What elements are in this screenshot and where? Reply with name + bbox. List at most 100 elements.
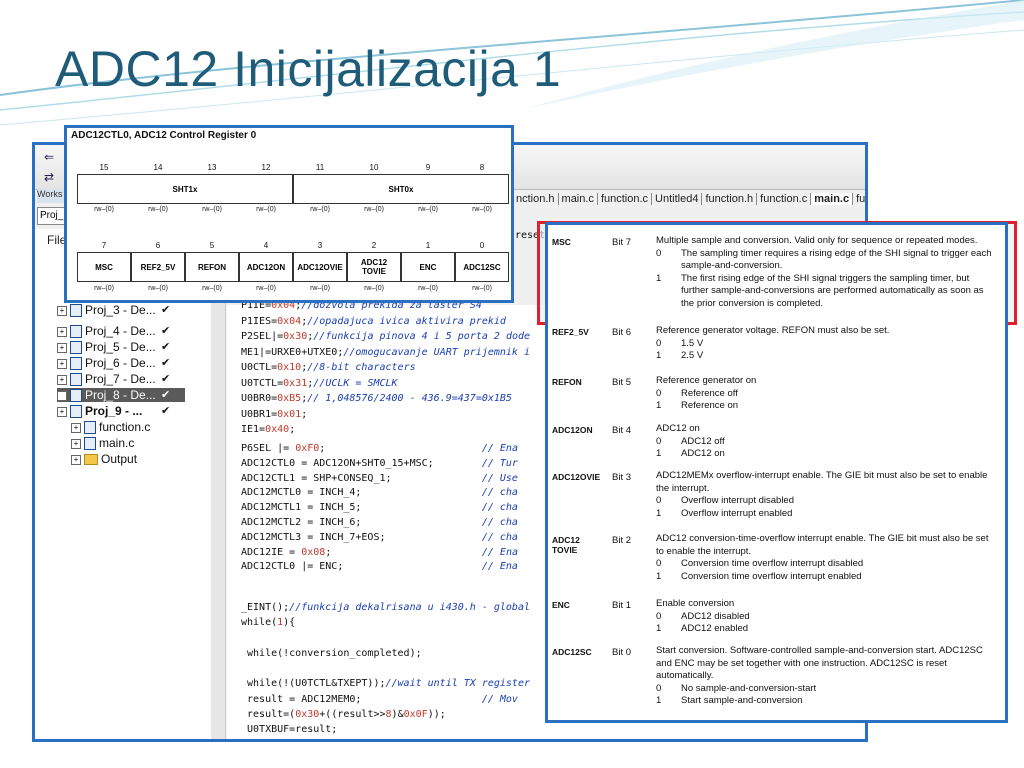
field-cell: ENC xyxy=(401,252,455,282)
rw-label: rw–(0) xyxy=(256,206,276,213)
option-value: 1 xyxy=(656,570,662,582)
undo-icon[interactable]: ⇐ xyxy=(39,149,59,165)
field-cell: ADC12OVIE xyxy=(293,252,347,282)
tree-item[interactable]: + main.c xyxy=(71,436,185,451)
bit-field-name: ADC12ON xyxy=(552,425,593,435)
editor-tab[interactable]: main.c xyxy=(811,193,854,205)
option-value: 0 xyxy=(656,387,662,399)
bit-position: Bit 1 xyxy=(612,600,632,611)
editor-tab[interactable]: functi xyxy=(853,193,865,205)
rw-label: rw–(0) xyxy=(202,206,222,213)
bit-number: 11 xyxy=(315,163,325,172)
rw-label: rw–(0) xyxy=(310,285,330,292)
bit-option: 0 ADC12 off xyxy=(656,436,998,449)
register-diagram: ADC12CTL0, ADC12 Control Register 0 15 14… xyxy=(64,125,514,303)
bit-option: 0 No sample-and-conversion-start xyxy=(656,683,998,696)
check-icon: ✔ xyxy=(161,357,171,369)
tree-item[interactable]: + function.c xyxy=(71,420,185,435)
slide-title: ADC12 Inicijalizacija 1 xyxy=(55,41,562,97)
rw-label: rw–(0) xyxy=(94,206,114,213)
tree-item[interactable]: + Proj_9 - ... ✔ xyxy=(57,404,185,419)
expand-icon[interactable]: + xyxy=(71,422,81,433)
bit-option: 1 ADC12 enabled xyxy=(656,623,998,636)
expand-icon[interactable]: + xyxy=(57,374,67,385)
option-text: Start sample-and-conversion xyxy=(681,695,803,706)
bit-number: 0 xyxy=(479,241,485,250)
rw-label: rw–(0) xyxy=(148,285,168,292)
bit-field-name: MSC xyxy=(552,237,571,247)
expand-icon[interactable]: + xyxy=(57,390,67,401)
expand-icon[interactable]: + xyxy=(71,454,81,465)
project-icon xyxy=(70,325,82,339)
register-title: ADC12CTL0, ADC12 Control Register 0 xyxy=(71,130,257,141)
rw-label: rw–(0) xyxy=(472,206,492,213)
tree-item[interactable]: + Proj_3 - De... ✔ xyxy=(57,303,185,318)
editor-tab[interactable]: main.c xyxy=(558,193,598,205)
tree-item[interactable]: + Proj_4 - De... ✔ xyxy=(57,324,185,339)
tree-item-label: function.c xyxy=(99,420,151,434)
editor-tab[interactable]: function.h xyxy=(702,193,758,205)
editor-gutter xyxy=(211,229,226,739)
project-icon xyxy=(70,405,82,419)
bit-number: 13 xyxy=(207,163,217,172)
rw-label: rw–(0) xyxy=(364,206,384,213)
code-block-loop: _EINT();//funkcija dekalrisana u i430.h … xyxy=(241,602,530,736)
tree-item-label: Proj_3 - De... xyxy=(85,303,156,317)
editor-tab[interactable]: Untitled4 xyxy=(652,193,703,205)
bit-number: 8 xyxy=(479,163,485,172)
expand-icon[interactable]: + xyxy=(57,342,67,353)
bit-option: 1 ADC12 on xyxy=(656,448,998,461)
option-text: Reference on xyxy=(681,400,739,411)
bit-description-text: ADC12MEMx overflow-interrupt enable. The… xyxy=(656,470,988,494)
tree-item[interactable]: + Proj_6 - De... ✔ xyxy=(57,356,185,371)
bit-description-text: Multiple sample and conversion. Valid on… xyxy=(656,235,978,246)
field-cell: ADC12ON xyxy=(239,252,293,282)
editor-tab[interactable]: function.c xyxy=(597,193,653,205)
bit-number: 9 xyxy=(425,163,431,172)
expand-icon[interactable]: + xyxy=(57,326,67,337)
project-icon xyxy=(70,357,82,371)
tree-item-label: Proj_4 - De... xyxy=(85,324,156,338)
build-icon[interactable]: ⇄ xyxy=(39,169,59,185)
bit-number: 10 xyxy=(369,163,379,172)
project-icon xyxy=(70,304,82,318)
tree-item[interactable]: + Proj_8 - De... ✔ xyxy=(57,388,185,403)
bit-description-text: ADC12 conversion-time-overflow interrupt… xyxy=(656,533,989,557)
bit-option: 0 Overflow interrupt disabled xyxy=(656,495,998,508)
check-icon: ✔ xyxy=(161,373,171,385)
bit-field-name: ADC12SC xyxy=(552,647,592,657)
tree-item-label: Output xyxy=(101,452,138,466)
field-sht1x: SHT1x xyxy=(77,174,293,204)
option-text: Overflow interrupt disabled xyxy=(681,495,794,506)
tree-item[interactable]: + Output xyxy=(71,452,185,466)
bit-option: 1 Conversion time overflow interrupt enab… xyxy=(656,571,998,584)
check-icon: ✔ xyxy=(161,304,171,316)
option-text: The first rising edge of the SHI signal … xyxy=(681,272,984,309)
option-value: 0 xyxy=(656,610,662,622)
expand-icon[interactable]: + xyxy=(57,305,67,316)
expand-icon[interactable]: + xyxy=(57,406,67,417)
bit-description: Multiple sample and conversion. Valid on… xyxy=(656,235,998,310)
bit-option: 1 Reference on xyxy=(656,400,998,413)
rw-label: rw–(0) xyxy=(148,206,168,213)
editor-tab[interactable]: nction.h xyxy=(513,193,559,205)
bit-description-text: Enable conversion xyxy=(656,598,735,609)
bit-field-name: REFON xyxy=(552,377,582,387)
tree-item[interactable]: + Proj_5 - De... ✔ xyxy=(57,340,185,355)
option-text: ADC12 disabled xyxy=(681,610,750,622)
bit-position: Bit 7 xyxy=(612,237,632,248)
expand-icon[interactable]: + xyxy=(71,438,81,449)
editor-tabs: nction.h main.c function.c Untitled4 functio… xyxy=(513,193,865,211)
bit-option: 0 1.5 V xyxy=(656,338,998,351)
tree-item[interactable]: + Proj_7 - De... ✔ xyxy=(57,372,185,387)
editor-tab[interactable]: function.c xyxy=(757,193,812,205)
expand-icon[interactable]: + xyxy=(57,358,67,369)
field-cell: ADC12 TOVIE xyxy=(347,252,401,282)
code-block-uart: P1IE=0x04;//dozvola prekida za taster S4… xyxy=(241,300,531,435)
option-text: The sampling timer requires a rising edg… xyxy=(681,247,992,272)
option-text: Overflow interrupt enabled xyxy=(681,507,793,519)
project-icon xyxy=(70,341,82,355)
check-icon: ✔ xyxy=(161,325,171,337)
bit-number: 4 xyxy=(263,241,269,250)
option-value: 0 xyxy=(656,435,662,447)
